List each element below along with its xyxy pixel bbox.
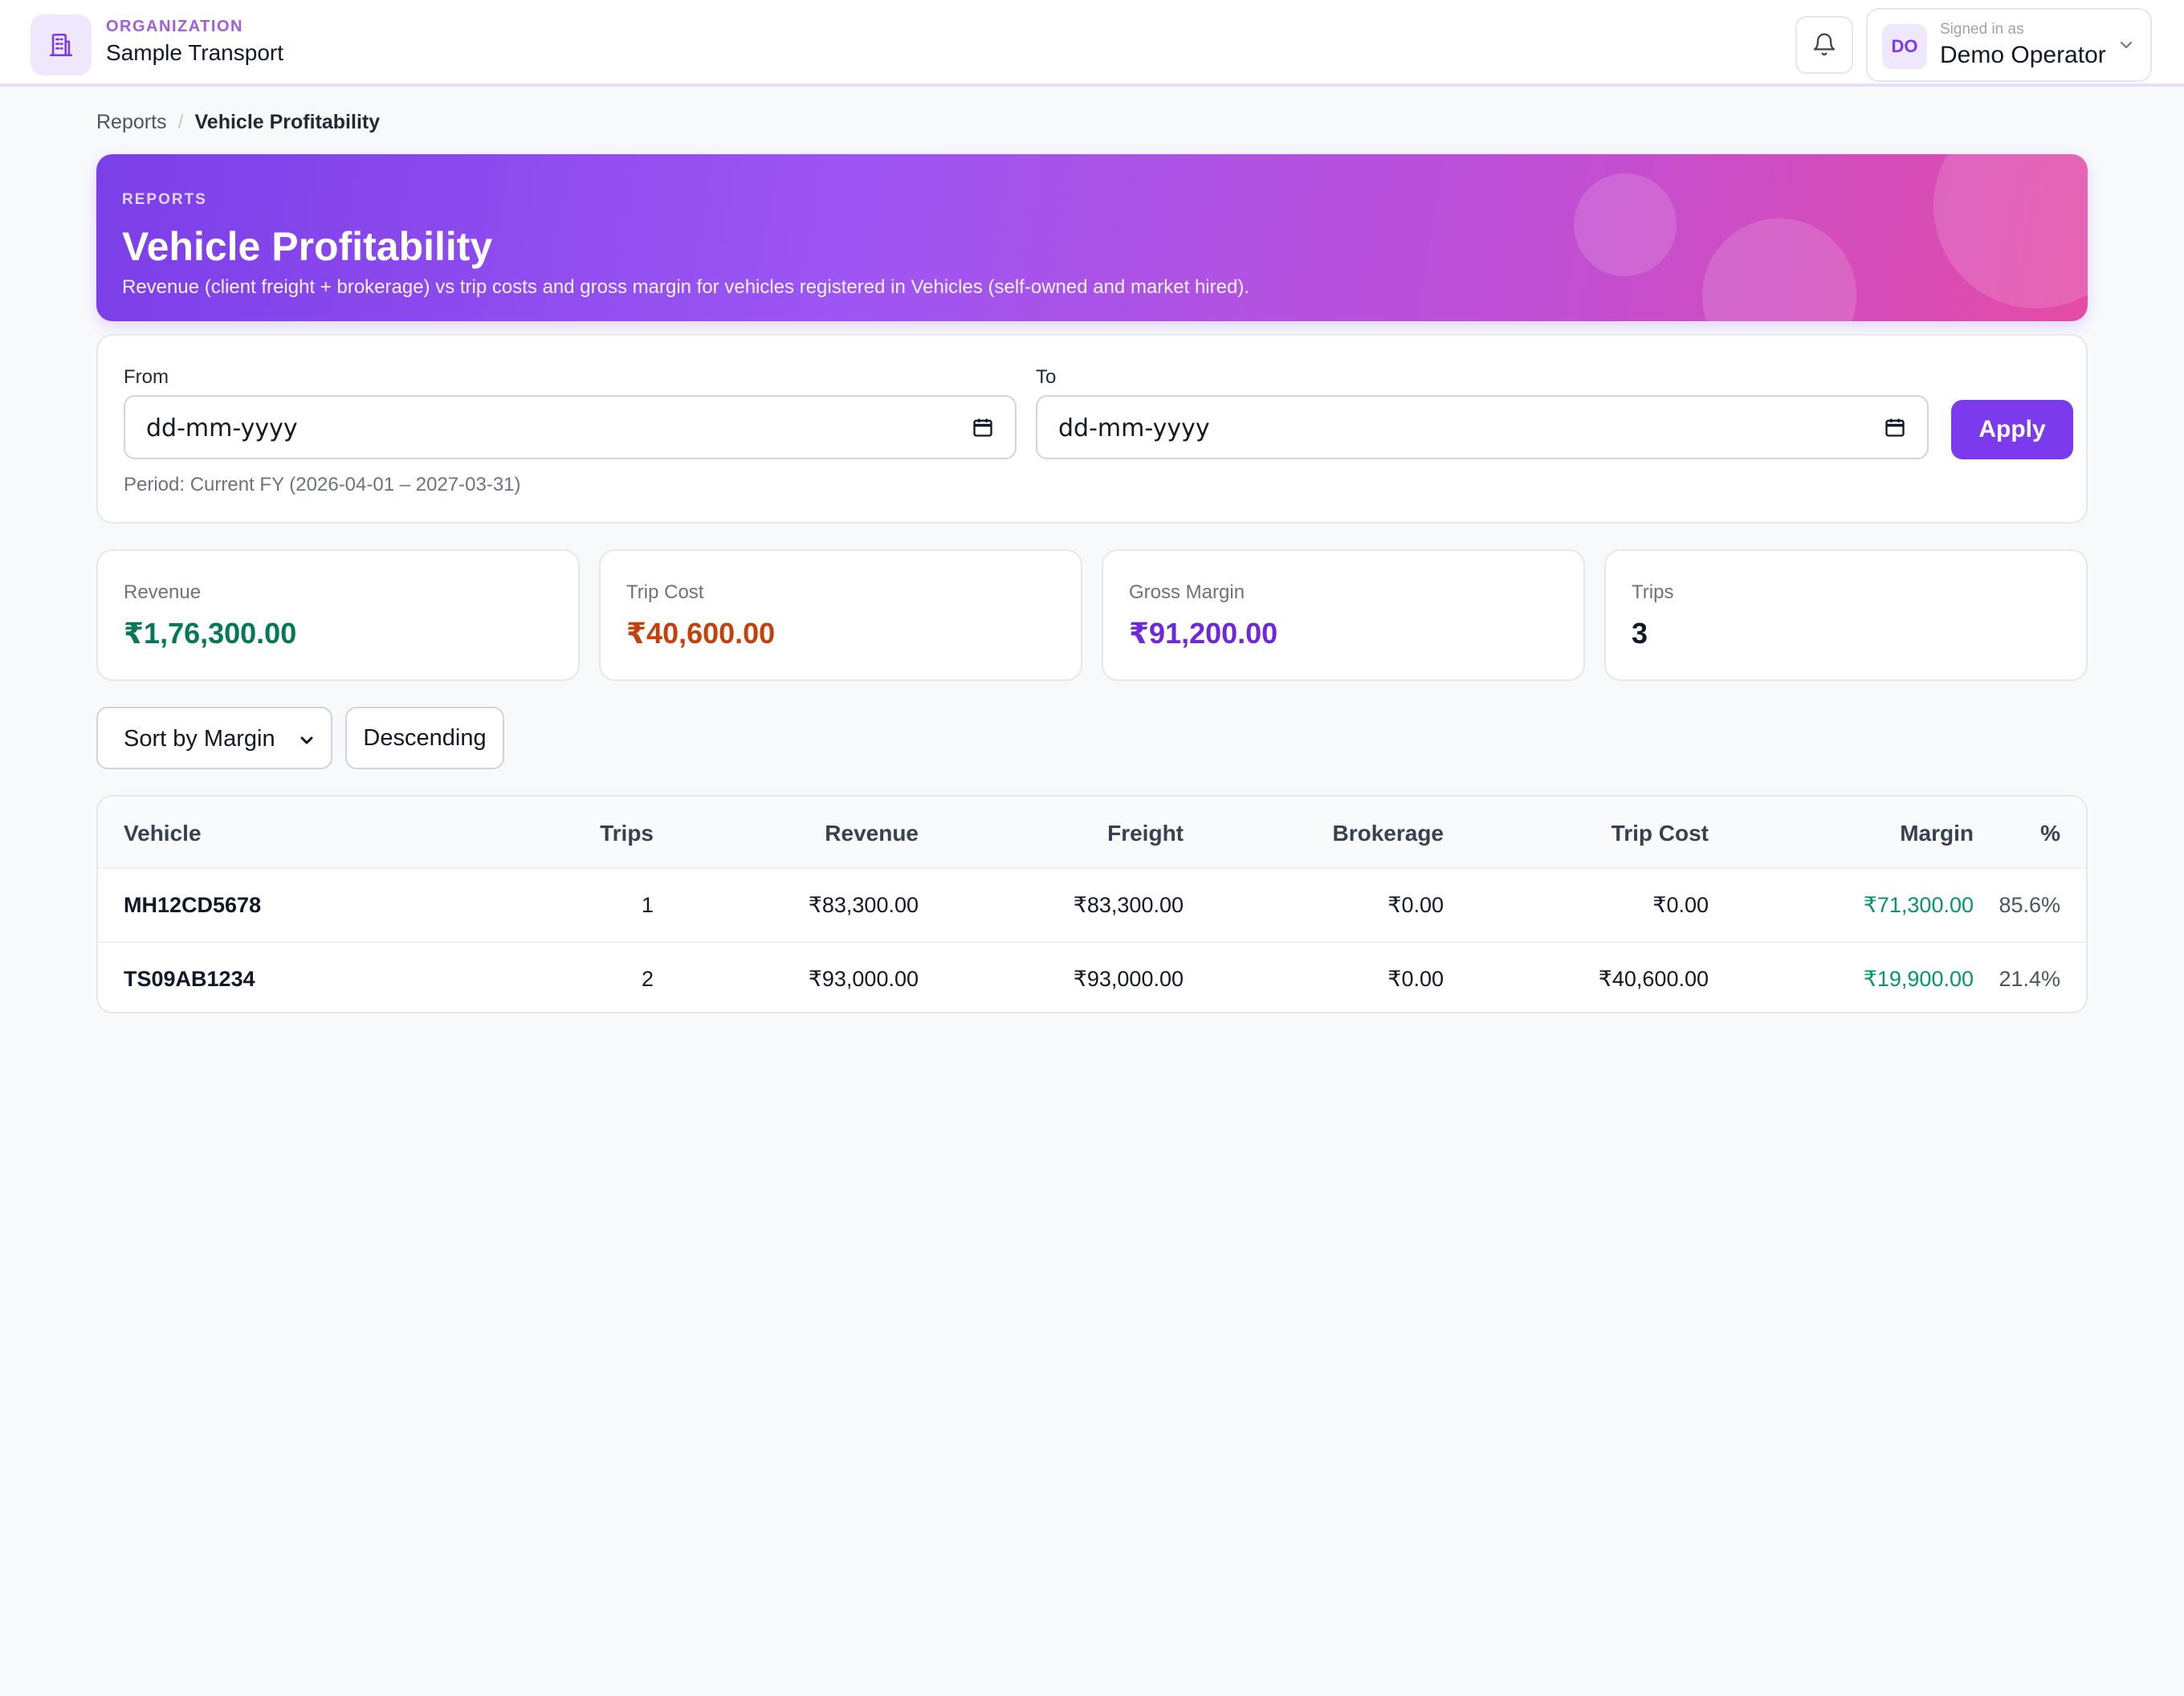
notifications-button[interactable] [1795,16,1853,74]
table-row[interactable]: TS09AB1234 2 ₹93,000.00 ₹93,000.00 ₹0.00… [98,941,2086,1012]
to-date-value: dd-mm-yyyy [1058,414,1210,442]
stat-label: Revenue [124,581,202,603]
bell-icon [1813,33,1836,56]
column-header-revenue[interactable]: Revenue [825,821,919,846]
column-header-margin[interactable]: Margin [1900,821,1974,846]
vehicle-cell: MH12CD5678 [124,893,262,917]
stat-value: 3 [1632,617,1648,650]
from-date-value: dd-mm-yyyy [146,414,298,442]
column-header-freight[interactable]: Freight [1107,821,1184,846]
percent-cell: 85.6% [1999,893,2060,917]
sort-select-value: Sort by Margin [124,726,275,752]
trips-cell: 1 [641,893,654,917]
stat-value: ₹91,200.00 [1129,617,1278,650]
building-icon[interactable] [31,14,92,75]
breadcrumb-reports-link[interactable]: Reports [96,111,167,134]
freight-cell: ₹83,300.00 [1073,893,1184,917]
chevron-down-icon [2121,42,2132,48]
column-header-trips[interactable]: Trips [600,821,654,846]
percent-cell: 21.4% [1999,967,2060,991]
stat-value: ₹1,76,300.00 [124,617,297,650]
breadcrumb-current: Vehicle Profitability [194,111,381,133]
user-name: Demo Operator [1940,42,2106,68]
decorative-bubble [1702,218,1856,321]
hero-banner: REPORTS Vehicle Profitability Revenue (c… [96,154,2088,321]
column-header-percent[interactable]: % [2040,821,2060,846]
stat-label: Trip Cost [626,581,704,603]
calendar-icon[interactable] [1884,416,1906,438]
to-date-input[interactable]: dd-mm-yyyy [1036,395,1929,459]
signed-in-label: Signed in as [1940,21,2024,38]
breadcrumb-separator: / [177,111,184,133]
apply-button[interactable]: Apply [1951,400,2073,459]
stat-card-trips: Trips 3 [1604,549,2088,681]
decorative-bubble [1933,154,2088,308]
stat-card-trip-cost: Trip Cost ₹40,600.00 [599,549,1082,681]
breadcrumb: Reports / Vehicle Profitability [96,111,380,134]
profitability-table: Vehicle Trips Revenue Freight Brokerage … [96,795,2088,1013]
freight-cell: ₹93,000.00 [1073,967,1184,991]
brokerage-cell: ₹0.00 [1387,967,1444,991]
from-label: From [124,366,169,388]
stat-card-revenue: Revenue ₹1,76,300.00 [96,549,580,681]
margin-cell: ₹19,900.00 [1863,967,1974,991]
table-row[interactable]: MH12CD5678 1 ₹83,300.00 ₹83,300.00 ₹0.00… [98,869,2086,941]
brokerage-cell: ₹0.00 [1387,893,1444,917]
page-subtitle: Revenue (client freight + brokerage) vs … [122,276,1249,298]
margin-cell: ₹71,300.00 [1863,893,1974,917]
page-title: Vehicle Profitability [122,224,493,269]
trip-cost-cell: ₹0.00 [1652,893,1709,917]
sort-order-button[interactable]: Descending [345,707,504,769]
stat-card-gross-margin: Gross Margin ₹91,200.00 [1102,549,1585,681]
column-header-trip-cost[interactable]: Trip Cost [1612,821,1709,846]
table-header: Vehicle Trips Revenue Freight Brokerage … [98,797,2086,869]
revenue-cell: ₹83,300.00 [808,893,919,917]
stat-label: Trips [1632,581,1674,603]
org-name: Sample Transport [106,40,283,65]
calendar-icon[interactable] [972,416,994,438]
hero-label: REPORTS [122,191,207,208]
vehicle-cell: TS09AB1234 [124,967,255,991]
trip-cost-cell: ₹40,600.00 [1598,967,1709,991]
stat-value: ₹40,600.00 [626,617,776,650]
from-date-input[interactable]: dd-mm-yyyy [124,395,1017,459]
stat-label: Gross Margin [1129,581,1245,603]
column-header-brokerage[interactable]: Brokerage [1332,821,1444,846]
top-bar: ORGANIZATION Sample Transport DO Signed … [0,0,2184,87]
avatar: DO [1882,24,1927,69]
revenue-cell: ₹93,000.00 [808,967,919,991]
date-filter-card: From dd-mm-yyyy To dd-mm-yyyy Apply Peri… [96,334,2088,524]
column-header-vehicle[interactable]: Vehicle [124,821,202,846]
period-text: Period: Current FY (2026-04-01 – 2027-03… [124,474,521,495]
decorative-bubble [1574,173,1677,276]
trips-cell: 2 [641,967,654,991]
sort-select[interactable]: Sort by Margin [96,707,332,769]
org-label: ORGANIZATION [106,18,243,35]
chevron-down-icon [300,736,313,744]
user-menu-button[interactable]: DO Signed in as Demo Operator [1866,8,2152,82]
to-label: To [1036,366,1057,388]
